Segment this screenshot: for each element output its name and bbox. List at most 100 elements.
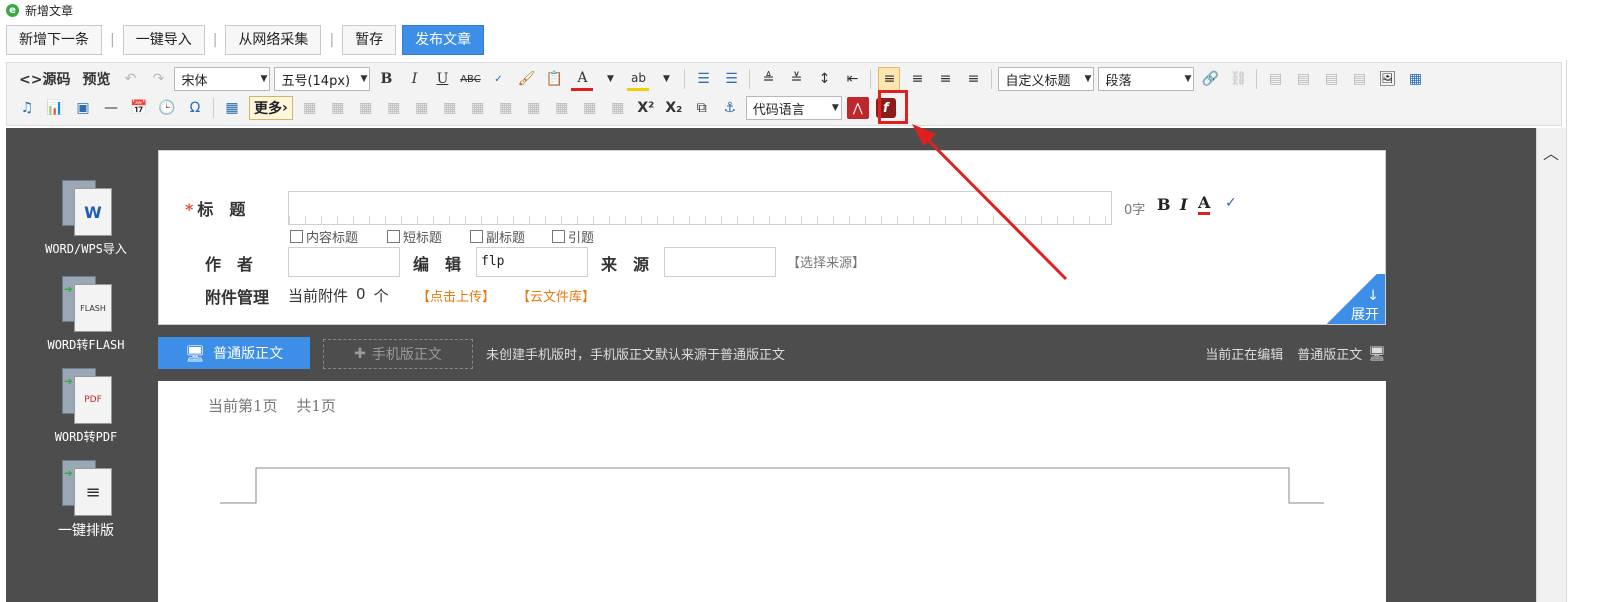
bold-icon[interactable]: B	[375, 67, 397, 91]
unlink-icon[interactable]: ⛓	[1227, 67, 1249, 91]
music-icon[interactable]: ♫	[16, 96, 38, 120]
word-wps-import-tool[interactable]: W WORD/WPS导入	[36, 180, 136, 257]
heading-style-select[interactable]: 自定义标题 ▼	[998, 67, 1095, 91]
insert-video-icon[interactable]: ▦	[1404, 67, 1426, 91]
align-right-icon[interactable]: ≡	[934, 67, 956, 91]
insert-chart-icon[interactable]: 📊	[44, 96, 66, 120]
date-icon[interactable]: 📅	[128, 96, 150, 120]
option-short-title[interactable]: 短标题	[387, 227, 442, 246]
checkbox[interactable]	[290, 230, 303, 243]
align-left-icon[interactable]: ≡	[878, 67, 901, 91]
font-size-select[interactable]: 五号(14px) ▼	[274, 67, 371, 91]
more-button[interactable]: 更多 ›	[249, 96, 293, 120]
italic-icon[interactable]: I	[403, 67, 425, 91]
word-to-pdf-tool[interactable]: ➜ PDF WORD转PDF	[36, 368, 136, 445]
table-merge-down-icon[interactable]: ▦	[467, 96, 489, 120]
underline-icon[interactable]: U	[431, 67, 453, 91]
source-code-button[interactable]: <>源码	[16, 67, 73, 91]
checkbox[interactable]	[470, 230, 483, 243]
table-properties-icon[interactable]: ▦	[607, 96, 629, 120]
spellcheck-icon[interactable]: ✓	[487, 67, 509, 91]
table-delete-icon[interactable]: ▦	[579, 96, 601, 120]
table-insert-row-icon[interactable]: ▦	[299, 96, 321, 120]
undo-icon[interactable]: ↶	[119, 67, 141, 91]
highlight-color-icon[interactable]: ab	[627, 67, 650, 91]
font-family-select[interactable]: 宋体 ▼	[174, 67, 271, 91]
option-lead-title[interactable]: 引题	[552, 227, 594, 246]
paragraph-format-select[interactable]: 段落 ▼	[1098, 67, 1195, 91]
insert-frame-icon[interactable]: ⧉	[691, 96, 713, 120]
add-next-button[interactable]: 新增下一条	[6, 25, 102, 55]
option-subtitle[interactable]: 副标题	[470, 227, 525, 246]
insert-image-icon[interactable]: 🖼	[1376, 67, 1398, 91]
save-draft-button[interactable]: 暂存	[342, 25, 397, 55]
cloud-library-link[interactable]: 【云文件库】	[517, 286, 595, 305]
table-split-rows-icon[interactable]: ▦	[523, 96, 545, 120]
subscript-icon[interactable]: X₂	[663, 96, 685, 120]
author-label: 作 者	[205, 255, 254, 274]
publish-button[interactable]: 发布文章	[402, 25, 485, 55]
superscript-icon[interactable]: X²	[635, 96, 657, 120]
expand-button[interactable]: ↓ 展开	[1319, 274, 1385, 324]
strikethrough-icon[interactable]: ABC	[459, 67, 481, 91]
document-page[interactable]: 当前第1页 共1页	[158, 381, 1386, 602]
code-language-select[interactable]: 代码语言 ▼	[745, 96, 842, 120]
unordered-list-icon[interactable]: ☰	[720, 67, 742, 91]
table-split-cols-icon[interactable]: ▦	[551, 96, 573, 120]
format-painter-icon[interactable]: 🖌	[515, 67, 537, 91]
table-delete-col-icon[interactable]: ▦	[383, 96, 405, 120]
one-click-import-button[interactable]: 一键导入	[122, 25, 205, 55]
image-float-right-icon[interactable]: ▤	[1320, 67, 1342, 91]
preview-button[interactable]: 预览	[79, 67, 113, 91]
checkbox[interactable]	[552, 230, 565, 243]
paragraph-spacing-bottom-icon[interactable]: ≚	[785, 67, 807, 91]
redo-icon[interactable]: ↷	[147, 67, 169, 91]
table-split-cell-icon[interactable]: ▦	[495, 96, 517, 120]
source-input[interactable]	[664, 247, 776, 277]
paragraph-spacing-top-icon[interactable]: ≜	[757, 67, 779, 91]
font-color-icon[interactable]: A	[571, 67, 594, 91]
tab-normal-content[interactable]: 🖥 普通版正文	[158, 337, 310, 369]
insert-pdf-button[interactable]: ⋀	[846, 96, 869, 120]
title-color-icon[interactable]: A	[1198, 193, 1211, 215]
paste-text-icon[interactable]: 📋	[543, 67, 565, 91]
highlight-dropdown-icon[interactable]: ▼	[655, 67, 677, 91]
align-justify-icon[interactable]: ≡	[962, 67, 984, 91]
table-delete-row-icon[interactable]: ▦	[327, 96, 349, 120]
horizontal-rule-icon[interactable]: —	[100, 96, 122, 120]
web-collect-button[interactable]: 从网络采集	[225, 25, 322, 55]
align-center-icon[interactable]: ≡	[906, 67, 928, 91]
font-color-dropdown-icon[interactable]: ▼	[599, 67, 621, 91]
special-char-icon[interactable]: Ω	[184, 96, 206, 120]
author-input[interactable]	[288, 247, 400, 277]
template-icon[interactable]: ▣	[72, 96, 94, 120]
anchor-icon[interactable]: ⚓	[719, 96, 741, 120]
title-italic-icon[interactable]: I	[1180, 195, 1187, 214]
image-center-icon[interactable]: ▤	[1348, 67, 1370, 91]
title-spellcheck-icon[interactable]: ✓	[1225, 195, 1237, 211]
choose-source-link[interactable]: 【选择来源】	[787, 252, 865, 271]
editor-input[interactable]: flp	[476, 247, 588, 277]
one-click-layout-tool[interactable]: ➜ ≡ 一键排版	[36, 460, 136, 540]
upload-link[interactable]: 【点击上传】	[417, 286, 495, 305]
link-icon[interactable]: 🔗	[1199, 67, 1221, 91]
table-merge-right-icon[interactable]: ▦	[439, 96, 461, 120]
tab-mobile-content[interactable]: ✚ 手机版正文	[323, 339, 473, 369]
vertical-scrollbar[interactable]: ︿	[1536, 128, 1566, 602]
indent-icon[interactable]: ⇤	[841, 67, 863, 91]
table-merge-cells-icon[interactable]: ▦	[411, 96, 433, 120]
scroll-up-icon[interactable]: ︿	[1543, 140, 1559, 164]
image-float-none-icon[interactable]: ▤	[1264, 67, 1286, 91]
option-content-title[interactable]: 内容标题	[290, 227, 358, 246]
line-height-icon[interactable]: ↕	[813, 67, 835, 91]
checkbox[interactable]	[387, 230, 400, 243]
ordered-list-icon[interactable]: ☰	[692, 67, 714, 91]
title-bold-icon[interactable]: B	[1157, 195, 1171, 214]
title-input[interactable]	[288, 191, 1112, 225]
time-icon[interactable]: 🕒	[156, 96, 178, 120]
insert-flash-button[interactable]: f	[875, 96, 897, 120]
table-insert-col-icon[interactable]: ▦	[355, 96, 377, 120]
insert-table-icon[interactable]: ▦	[221, 96, 243, 120]
word-to-flash-tool[interactable]: ➜ FLASH WORD转FLASH	[36, 276, 136, 353]
image-float-left-icon[interactable]: ▤	[1292, 67, 1314, 91]
